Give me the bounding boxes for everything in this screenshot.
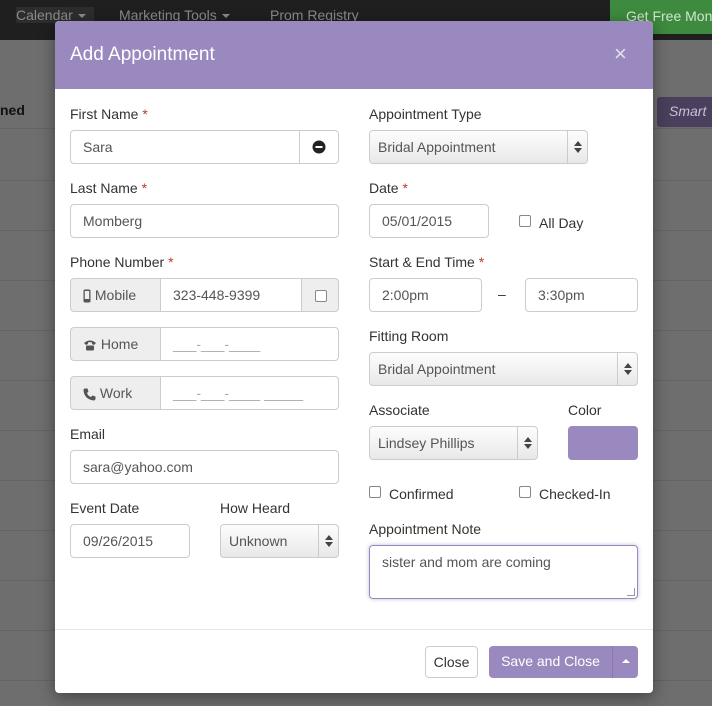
save-and-close-button[interactable]: Save and Close [489,646,612,678]
required-mark: * [402,180,408,196]
appointment-type-select[interactable]: Bridal Appointment [369,130,588,164]
start-time-input[interactable]: 2:00pm [369,278,482,312]
required-mark: * [478,254,485,270]
first-name-label: First Name * [70,106,148,122]
date-label-text: Date [369,180,399,196]
mobile-addon: Mobile [70,278,161,312]
start-end-time-label-text: Start & End Time [369,254,475,270]
home-label: Home [100,336,139,352]
column-header: ned [0,102,25,118]
close-button[interactable]: Close [425,646,478,678]
confirmed-label: Confirmed [389,486,454,502]
caret-up-icon [622,659,630,663]
associate-value: Lindsey Phillips [378,435,475,451]
confirmed-checkbox[interactable] [369,486,381,498]
required-mark: * [168,254,174,270]
save-options-dropdown-button[interactable] [612,646,638,678]
close-icon[interactable]: × [614,43,627,65]
last-name-label-text: Last Name [70,180,138,196]
select-arrows-icon [517,427,537,459]
date-label: Date * [369,180,408,196]
appointment-note-textarea[interactable]: sister and mom are coming [369,545,638,599]
mobile-label: Mobile [94,287,137,303]
select-arrows-icon [318,525,338,557]
work-phone-input[interactable]: ___-___-____ _____ [160,376,339,410]
required-mark: * [142,106,148,122]
mobile-phone-input[interactable]: 323-448-9399 [160,278,302,312]
select-arrows-icon [567,131,587,163]
telephone-icon [84,340,96,351]
color-label: Color [568,402,602,418]
modal-title: Add Appointment [70,44,215,65]
how-heard-label: How Heard [220,500,291,516]
associate-label: Associate [369,402,430,418]
end-time-input[interactable]: 3:30pm [525,278,638,312]
all-day-label: All Day [539,215,584,231]
last-name-label: Last Name * [70,180,147,196]
fitting-room-value: Bridal Appointment [378,361,496,377]
work-label: Work [99,385,133,401]
first-name-label-text: First Name [70,106,139,122]
select-arrows-icon [617,353,637,385]
work-addon: Work [70,376,161,410]
date-input[interactable]: 05/01/2015 [369,204,489,238]
appointment-type-label: Appointment Type [369,106,482,122]
phone-handset-icon [83,388,96,401]
appointment-note-text: sister and mom are coming [382,554,551,570]
fitting-room-select[interactable]: Bridal Appointment [369,352,638,386]
minus-circle-icon [312,140,326,154]
fitting-room-label: Fitting Room [369,328,449,344]
mobile-sms-checkbox[interactable] [315,290,327,302]
how-heard-value: Unknown [229,533,288,549]
last-name-input[interactable]: Momberg [70,204,339,238]
associate-select[interactable]: Lindsey Phillips [369,426,538,460]
checked-in-checkbox[interactable] [519,486,531,498]
color-picker[interactable] [568,426,638,460]
chevron-down-icon [77,14,86,19]
clear-first-name-button[interactable] [299,130,339,164]
mobile-sms-checkbox-addon [301,278,339,312]
resize-handle-icon[interactable] [627,588,635,596]
phone-number-label: Phone Number * [70,254,174,270]
modal-header: Add Appointment × [55,21,653,89]
smart-button[interactable]: Smart [657,97,712,127]
time-separator: – [498,286,506,302]
home-addon: Home [70,327,161,361]
email-label: Email [70,426,106,442]
modal-footer-divider [55,629,653,630]
how-heard-select[interactable]: Unknown [220,524,339,558]
mobile-phone-icon [83,289,91,303]
phone-number-label-text: Phone Number [70,254,165,270]
appointment-note-label: Appointment Note [369,521,482,537]
appointment-type-value: Bridal Appointment [378,139,496,155]
add-appointment-modal: Add Appointment × First Name * Sara Last… [55,21,653,693]
checked-in-label: Checked-In [539,486,611,502]
home-phone-input[interactable]: ___-___-____ [160,327,339,361]
first-name-input[interactable]: Sara [70,130,300,164]
chevron-down-icon [221,14,230,19]
required-mark: * [141,180,148,196]
event-date-input[interactable]: 09/26/2015 [70,524,190,558]
all-day-checkbox[interactable] [519,215,531,227]
start-end-time-label: Start & End Time * [369,254,484,270]
email-input[interactable]: sara@yahoo.com [70,450,339,484]
event-date-label: Event Date [70,500,140,516]
